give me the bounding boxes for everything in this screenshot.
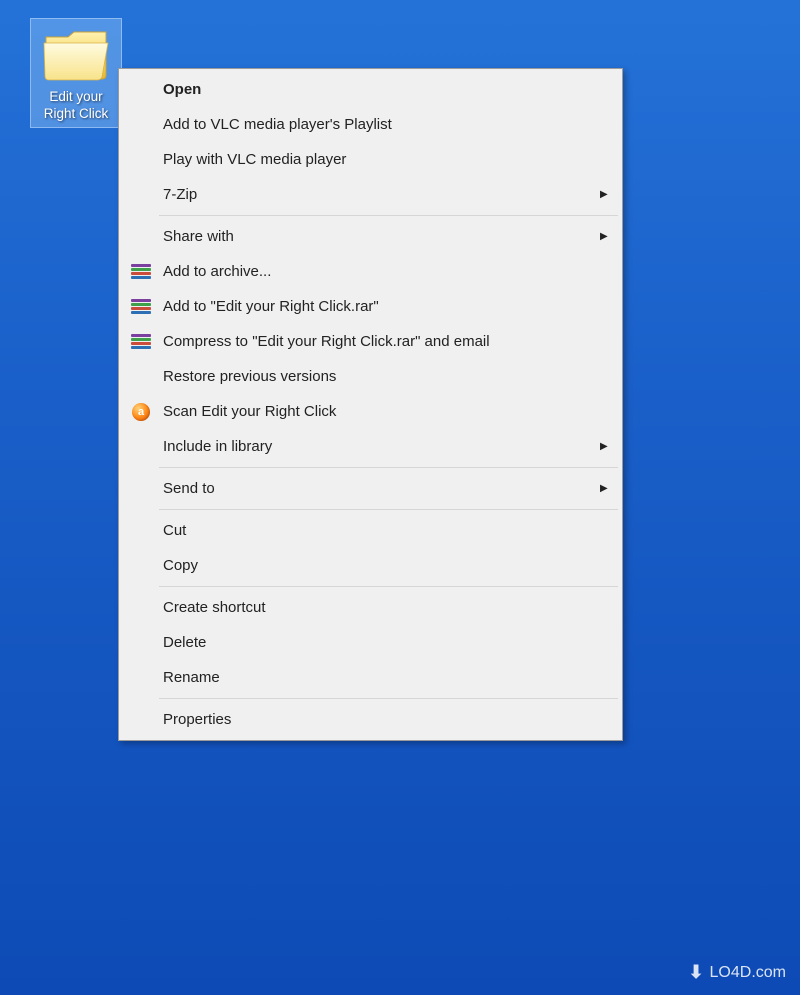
download-arrow-icon: ⬇: [688, 962, 703, 983]
chevron-right-icon: ▶: [600, 231, 612, 242]
empty-icon: [125, 365, 157, 389]
context-menu: Open Add to VLC media player's Playlist …: [118, 68, 623, 741]
empty-icon: [125, 477, 157, 501]
desktop-folder-icon[interactable]: Edit your Right Click: [30, 18, 122, 128]
empty-icon: [125, 435, 157, 459]
empty-icon: [125, 554, 157, 578]
menu-7zip[interactable]: 7-Zip ▶: [121, 177, 620, 212]
menu-properties[interactable]: Properties: [121, 702, 620, 737]
menu-delete[interactable]: Delete: [121, 625, 620, 660]
chevron-right-icon: ▶: [600, 441, 612, 452]
desktop-icon-label: Edit your Right Click: [35, 89, 117, 123]
menu-separator: [159, 215, 618, 216]
empty-icon: [125, 631, 157, 655]
menu-vlc-play[interactable]: Play with VLC media player: [121, 142, 620, 177]
watermark-text: LO4D.com: [710, 964, 786, 982]
empty-icon: [125, 183, 157, 207]
menu-separator: [159, 509, 618, 510]
empty-icon: [125, 596, 157, 620]
menu-share-with[interactable]: Share with ▶: [121, 219, 620, 254]
chevron-right-icon: ▶: [600, 189, 612, 200]
antivirus-icon: a: [125, 400, 157, 424]
menu-scan[interactable]: a Scan Edit your Right Click: [121, 394, 620, 429]
empty-icon: [125, 708, 157, 732]
winrar-icon: [125, 260, 157, 284]
menu-include-in-library[interactable]: Include in library ▶: [121, 429, 620, 464]
empty-icon: [125, 519, 157, 543]
empty-icon: [125, 78, 157, 102]
menu-copy[interactable]: Copy: [121, 548, 620, 583]
chevron-right-icon: ▶: [600, 483, 612, 494]
menu-restore-versions[interactable]: Restore previous versions: [121, 359, 620, 394]
menu-vlc-add-playlist[interactable]: Add to VLC media player's Playlist: [121, 107, 620, 142]
empty-icon: [125, 225, 157, 249]
menu-cut[interactable]: Cut: [121, 513, 620, 548]
menu-rename[interactable]: Rename: [121, 660, 620, 695]
folder-icon: [40, 25, 112, 85]
menu-separator: [159, 467, 618, 468]
menu-create-shortcut[interactable]: Create shortcut: [121, 590, 620, 625]
menu-add-to-rar[interactable]: Add to "Edit your Right Click.rar": [121, 289, 620, 324]
watermark: ⬇ LO4D.com: [688, 962, 786, 983]
menu-open[interactable]: Open: [121, 72, 620, 107]
empty-icon: [125, 666, 157, 690]
menu-separator: [159, 586, 618, 587]
menu-compress-and-email[interactable]: Compress to "Edit your Right Click.rar" …: [121, 324, 620, 359]
empty-icon: [125, 113, 157, 137]
winrar-icon: [125, 295, 157, 319]
menu-send-to[interactable]: Send to ▶: [121, 471, 620, 506]
menu-add-to-archive[interactable]: Add to archive...: [121, 254, 620, 289]
winrar-icon: [125, 330, 157, 354]
menu-separator: [159, 698, 618, 699]
empty-icon: [125, 148, 157, 172]
